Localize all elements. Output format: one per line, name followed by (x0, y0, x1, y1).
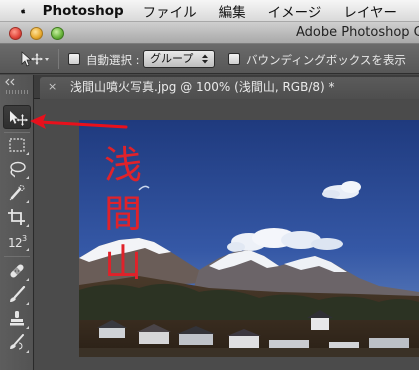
window-title: Adobe Photoshop C (296, 25, 419, 40)
quick-selection-icon (9, 185, 25, 201)
tool-flyout-indicator (26, 350, 29, 353)
auto-select-value: グループ (150, 52, 194, 65)
history-brush-tool-button[interactable] (3, 331, 31, 355)
quick-selection-tool-button[interactable] (3, 181, 31, 205)
tool-flyout-indicator (26, 248, 29, 251)
stamp-icon (10, 311, 24, 326)
menu-edit[interactable]: 編集 (219, 1, 246, 21)
auto-select-dropdown[interactable]: グループ (143, 50, 215, 68)
photo-overlay-text: 浅 間 山 (99, 141, 147, 288)
auto-select-checkbox[interactable] (68, 53, 80, 65)
tool-flyout-indicator (26, 200, 29, 203)
move-tool-preset-icon[interactable] (20, 51, 50, 68)
app-menu-photoshop[interactable]: Photoshop (43, 3, 124, 19)
lasso-tool-button[interactable] (3, 157, 31, 181)
document-tab[interactable]: × 浅間山噴火写真.jpg @ 100% (浅間山, RGB/8) * (40, 77, 419, 99)
svg-text:3: 3 (22, 234, 27, 243)
count-tool-button[interactable]: 1 2 3 (3, 229, 31, 253)
zoom-window-button[interactable] (51, 27, 64, 40)
crop-icon (8, 209, 25, 225)
minimize-window-button[interactable] (30, 27, 43, 40)
panel-grip[interactable] (6, 90, 28, 94)
move-icon (10, 111, 28, 126)
tool-flyout-indicator (26, 302, 29, 305)
annotation-arrow-icon (30, 114, 128, 129)
marquee-icon (9, 138, 25, 152)
overlay-char: 浅 (103, 143, 142, 187)
close-tab-icon[interactable]: × (48, 77, 57, 97)
brush-tool-button[interactable] (3, 283, 31, 307)
tool-divider (4, 256, 30, 257)
close-window-button[interactable] (9, 27, 22, 40)
collapse-panel-icon[interactable] (4, 78, 16, 86)
crop-tool-button[interactable] (3, 205, 31, 229)
updown-chevron-icon (202, 54, 208, 64)
document-tab-strip: × 浅間山噴火写真.jpg @ 100% (浅間山, RGB/8) * (34, 75, 419, 99)
auto-select-label: 自動選択 : (86, 53, 140, 67)
overlay-char: 山 (103, 241, 142, 285)
healing-brush-tool-button[interactable] (3, 259, 31, 283)
tool-flyout-indicator (26, 278, 29, 281)
stamp-tool-button[interactable] (3, 307, 31, 331)
menu-bar: Photoshop ファイル 編集 イメージ レイヤー (0, 0, 419, 22)
menu-image[interactable]: イメージ (268, 1, 322, 21)
window-title-bar: Adobe Photoshop C (0, 22, 419, 44)
tool-flyout-indicator (26, 176, 29, 179)
apple-icon[interactable] (20, 3, 27, 19)
tool-flyout-indicator (26, 224, 29, 227)
menu-file[interactable]: ファイル (143, 1, 197, 21)
count-icon: 1 2 3 (8, 234, 27, 250)
show-bounding-box-label: バウンディングボックスを表示 (246, 53, 406, 67)
history-brush-icon (10, 334, 24, 350)
lasso-icon (10, 161, 26, 178)
overlay-char: 間 (103, 192, 142, 236)
menu-layer[interactable]: レイヤー (343, 1, 397, 21)
show-bounding-box-checkbox[interactable] (228, 53, 240, 65)
brush-icon (10, 286, 26, 302)
tool-flyout-indicator (26, 326, 29, 329)
options-bar: 自動選択 : グループ バウンディングボックスを表示 (0, 44, 419, 74)
marquee-tool-button[interactable] (3, 133, 31, 157)
tool-flyout-indicator (26, 152, 29, 155)
options-separator (58, 49, 59, 69)
bandage-icon (10, 264, 24, 278)
document-tab-title: 浅間山噴火写真.jpg @ 100% (浅間山, RGB/8) * (70, 80, 335, 94)
